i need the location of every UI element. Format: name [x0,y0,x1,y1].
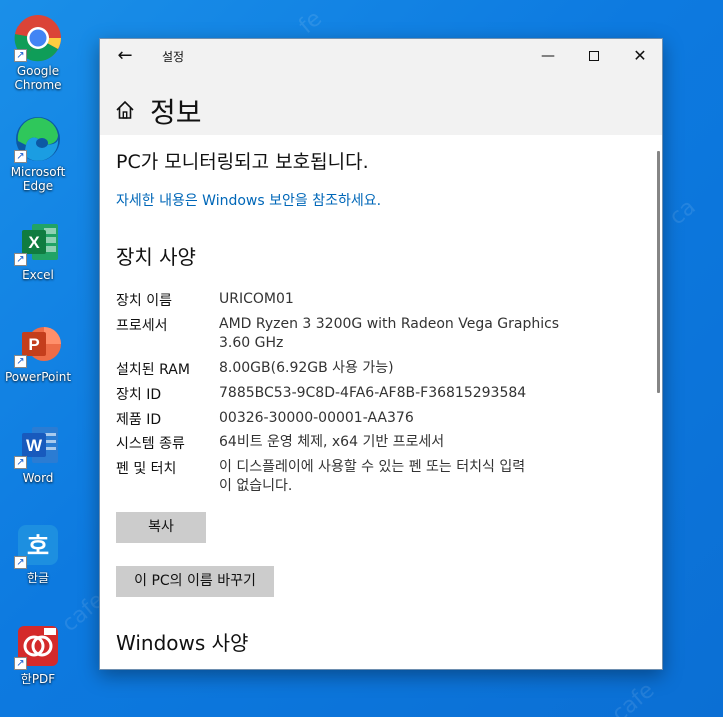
spec-label: 펜 및 터치 [116,461,177,477]
security-link[interactable]: 자세한 내용은 Windows 보안을 참조하세요. [116,190,381,210]
desktop-icon-label: Microsoft [10,165,66,179]
desktop-icon-label: 한글 [26,571,50,585]
powerpoint-icon: P ↗ [14,320,62,368]
spec-value: AMD Ryzen 3 3200G with Radeon Vega Graph… [219,316,560,332]
protection-status: PC가 모니터링되고 보호됩니다. [116,151,369,173]
spec-value: 이 디스플레이에 사용할 수 있는 펜 또는 터치식 입력 [219,459,526,475]
page-title: 정보 [150,96,202,129]
svg-text:P: P [28,335,39,354]
spec-value: 64비트 운영 체제, x64 기반 프로세서 [219,434,445,450]
window-title: 설정 [162,50,185,64]
windows-spec-heading: Windows 사양 [116,631,249,655]
spec-label: 설치된 RAM [116,362,190,378]
spec-label: 장치 ID [116,387,162,403]
word-icon: W ↗ [14,421,62,469]
spec-label: 프로세서 [116,318,168,334]
spec-value: 00326-30000-00001-AA376 [219,410,414,426]
minimize-button[interactable]: — [525,39,571,73]
spec-value: 이 없습니다. [219,478,293,494]
desktop-icon-excel[interactable]: X ↗ Excel [4,218,72,282]
scrollbar[interactable] [657,151,660,393]
copy-button[interactable]: 복사 [116,512,206,543]
spec-value: URICOM01 [219,291,294,307]
excel-icon: X ↗ [14,218,62,266]
back-button[interactable]: ← [114,45,136,67]
desktop-icon-label: Google [16,64,60,78]
rename-pc-button[interactable]: 이 PC의 이름 바꾸기 [116,566,274,597]
spec-label: 장치 이름 [116,293,172,309]
desktop-icon-label: PowerPoint [4,370,72,384]
maximize-icon [589,51,599,61]
svg-text:W: W [26,436,43,455]
svg-text:호: 호 [27,532,49,560]
desktop-icon-edge[interactable]: ↗ Microsoft Edge [4,115,72,193]
chrome-icon: ↗ [14,14,62,62]
spec-value: 3.60 GHz [219,335,284,351]
desktop-icon-hanpdf[interactable]: ↗ 한PDF [4,622,72,686]
desktop-icon-label: Word [22,471,54,485]
title-bar[interactable]: ← 설정 — ✕ [100,39,662,73]
desktop-icon-label: Excel [22,268,54,282]
spec-label: 제품 ID [116,412,162,428]
desktop-icon-label: Edge [22,179,54,193]
desktop-icon-word[interactable]: W ↗ Word [4,421,72,485]
desktop-icon-powerpoint[interactable]: P ↗ PowerPoint [4,320,72,384]
desktop-icon-label: 한PDF [20,672,56,686]
edge-icon: ↗ [14,115,62,163]
hangul-icon: 호 ↗ [14,521,62,569]
desktop-icon-chrome[interactable]: ↗ Google Chrome [4,14,72,92]
desktop-icon-label: Chrome [14,78,62,92]
settings-window: ← 설정 — ✕ 정보 PC가 모니터링되고 보호됩니다. 자세한 내용은 Wi… [99,38,663,670]
device-spec-heading: 장치 사양 [116,245,196,269]
desktop-icon-hangul[interactable]: 호 ↗ 한글 [4,521,72,585]
hanpdf-icon: ↗ [14,622,62,670]
spec-value: 7885BC53-9C8D-4FA6-AF8B-F36815293584 [219,385,527,401]
spec-value: 8.00GB(6.92GB 사용 가능) [219,360,394,376]
spec-label: 시스템 종류 [116,436,185,452]
close-button[interactable]: ✕ [617,39,662,73]
svg-text:X: X [28,233,40,252]
home-icon[interactable] [115,100,135,120]
maximize-button[interactable] [571,39,617,73]
